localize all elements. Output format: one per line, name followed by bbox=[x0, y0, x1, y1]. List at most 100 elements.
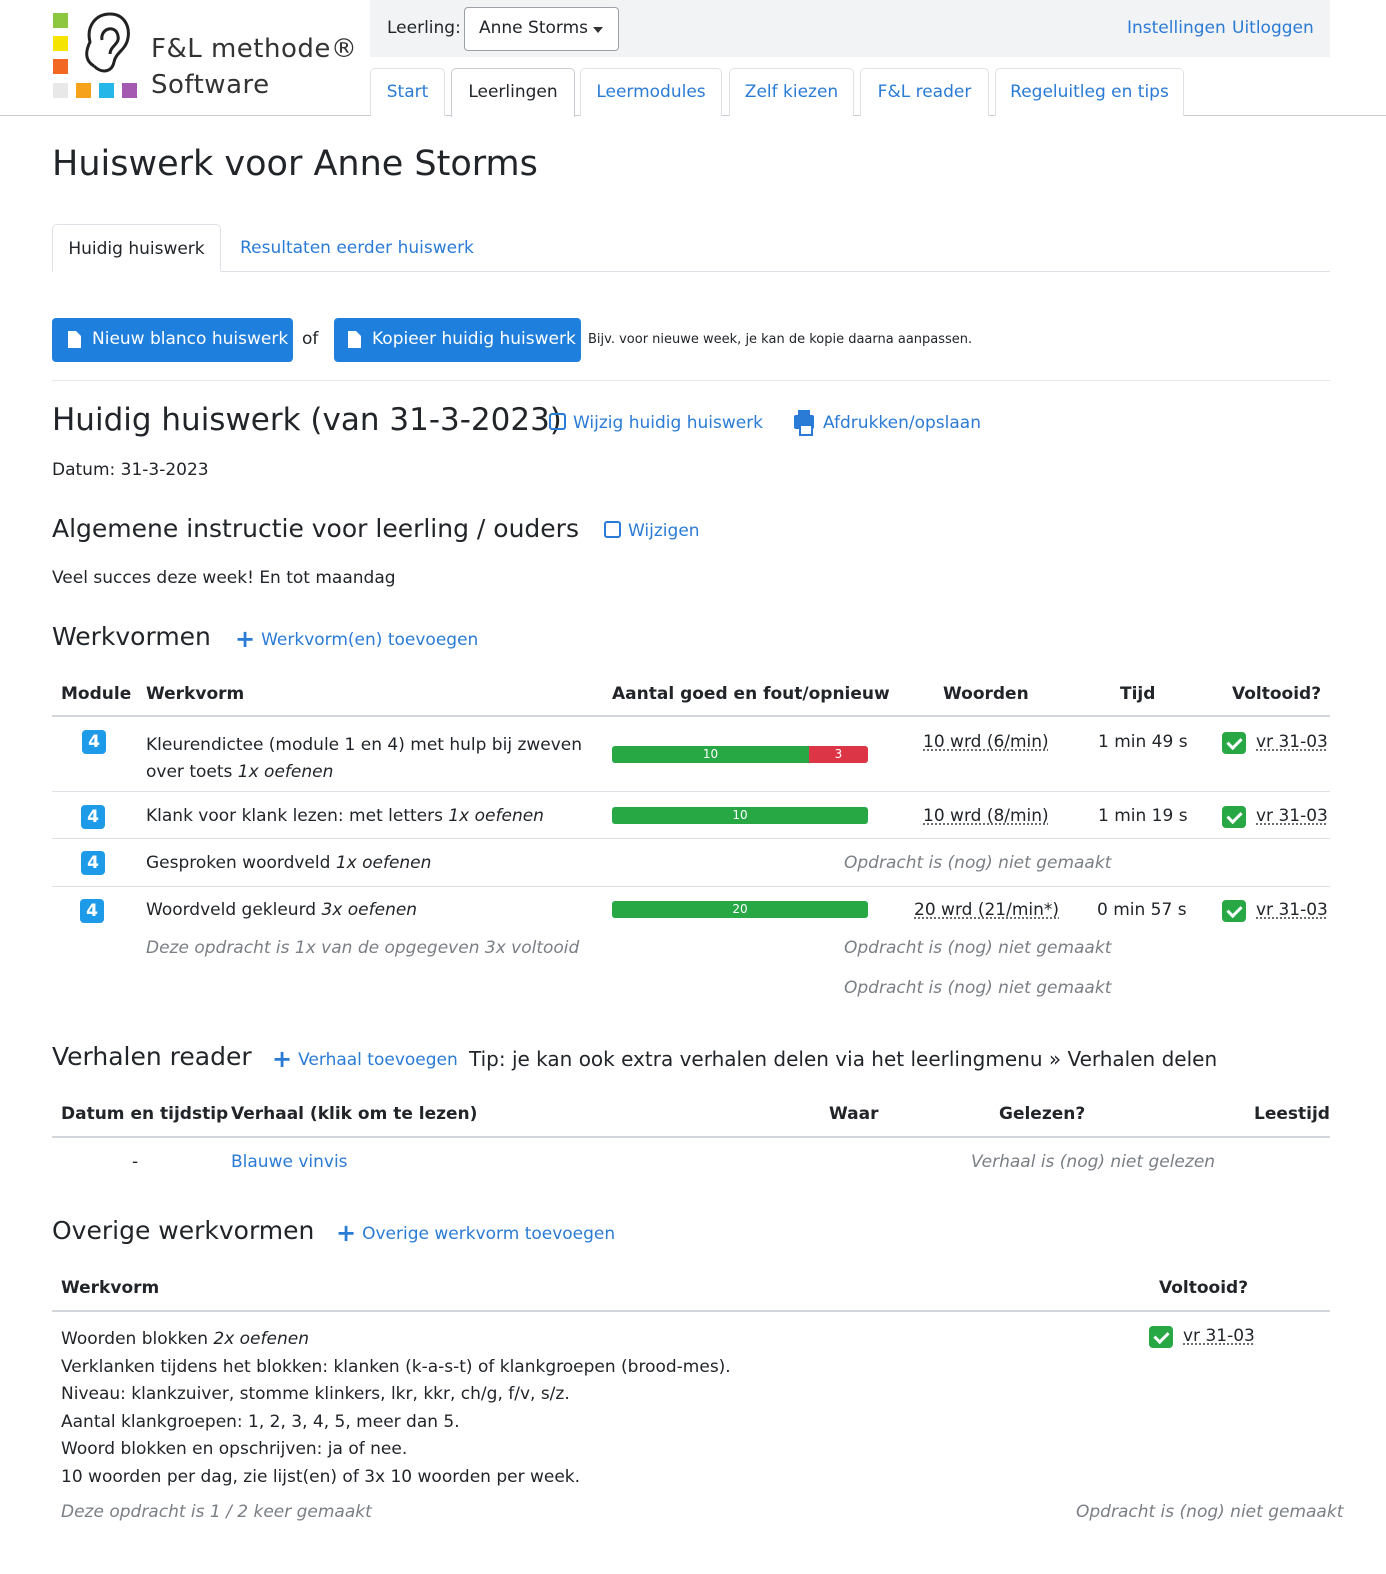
score-bar: 20 bbox=[612, 901, 868, 918]
score-good: 20 bbox=[612, 901, 868, 918]
subtab-current[interactable]: Huidig huiswerk bbox=[52, 224, 221, 272]
words-value[interactable]: 20 wrd (21/min*) bbox=[914, 900, 1059, 920]
add-verhaal-link[interactable]: + Verhaal toevoegen bbox=[272, 1047, 458, 1071]
instruction-text: Veel succes deze week! En tot maandag bbox=[52, 568, 396, 588]
new-homework-label: Nieuw blanco huiswerk bbox=[92, 329, 289, 349]
overige-werkvorm: Woorden blokken 2x oefenen Verklanken ti… bbox=[61, 1326, 961, 1491]
add-overige-link[interactable]: + Overige werkvorm toevoegen bbox=[336, 1221, 615, 1245]
add-verhaal-label: Verhaal toevoegen bbox=[298, 1050, 458, 1070]
print-link[interactable]: Afdrukken/opslaan bbox=[794, 410, 981, 436]
check-icon bbox=[1222, 732, 1246, 754]
edit-instruction-link[interactable]: Wijzigen bbox=[604, 521, 700, 541]
verhalen-tip: Tip: je kan ook extra verhalen delen via… bbox=[469, 1047, 1218, 1071]
overige-title: Overige werkvormen bbox=[52, 1216, 315, 1245]
werkvorm-reps: 1x oefenen bbox=[335, 853, 432, 873]
logout-link[interactable]: Uitloggen bbox=[1232, 18, 1314, 38]
th-verhaal: Verhaal (klik om te lezen) bbox=[231, 1104, 478, 1124]
werkvormen-title: Werkvormen bbox=[52, 622, 211, 651]
table-row-werkvorm: Klank voor klank lezen: met letters 1x o… bbox=[146, 806, 544, 826]
row-divider bbox=[52, 791, 1330, 792]
logo-title: F&L methode® bbox=[151, 34, 358, 64]
tab-leerlingen[interactable]: Leerlingen bbox=[451, 68, 575, 117]
overige-line: Verklanken tijdens het blokken: klanken … bbox=[61, 1356, 731, 1377]
overige-reps: 2x oefenen bbox=[213, 1329, 309, 1349]
module-badge: 4 bbox=[81, 805, 105, 829]
tab-leermodules[interactable]: Leermodules bbox=[580, 68, 722, 116]
words-value[interactable]: 10 wrd (6/min) bbox=[923, 732, 1049, 752]
logo-square-cyan bbox=[99, 83, 114, 98]
subtab-results[interactable]: Resultaten eerder huiswerk bbox=[232, 224, 482, 272]
progress-note: Deze opdracht is 1x van de opgegeven 3x … bbox=[146, 938, 580, 958]
table-row-werkvorm: Gesproken woordveld 1x oefenen bbox=[146, 853, 431, 873]
instruction-title: Algemene instructie voor leerling / oude… bbox=[52, 514, 579, 543]
time-value: 1 min 19 s bbox=[1098, 806, 1188, 826]
copy-icon bbox=[348, 331, 361, 348]
edit-icon bbox=[549, 413, 566, 430]
overige-line: 10 woorden per dag, zie lijst(en) of 3x … bbox=[61, 1466, 581, 1487]
edit-homework-link[interactable]: Wijzig huidig huiswerk bbox=[549, 413, 763, 433]
table-row-werkvorm: Kleurendictee (module 1 en 4) met hulp b… bbox=[146, 732, 586, 786]
tab-regeluitleg[interactable]: Regeluitleg en tips bbox=[995, 68, 1184, 116]
logo-square-orange bbox=[53, 59, 68, 74]
score-bar: 10 bbox=[612, 807, 868, 824]
settings-link[interactable]: Instellingen bbox=[1127, 18, 1226, 38]
student-select[interactable]: Anne Storms bbox=[464, 7, 619, 51]
score-bar: 10 3 bbox=[612, 746, 868, 763]
edit-icon bbox=[604, 521, 621, 538]
words-value[interactable]: 10 wrd (8/min) bbox=[923, 806, 1049, 826]
overige-done[interactable]: vr 31-03 bbox=[1183, 1326, 1255, 1346]
score-bad: 3 bbox=[808, 746, 868, 763]
module-badge: 4 bbox=[81, 851, 105, 875]
check-icon bbox=[1149, 1326, 1173, 1348]
logo-square-green bbox=[53, 13, 68, 28]
tab-fl-reader[interactable]: F&L reader bbox=[860, 68, 989, 116]
homework-date: Datum: 31-3-2023 bbox=[52, 460, 209, 480]
done-value[interactable]: vr 31-03 bbox=[1256, 732, 1328, 752]
add-werkvorm-link[interactable]: + Werkvorm(en) toevoegen bbox=[235, 627, 478, 651]
copy-homework-button[interactable]: Kopieer huidig huiswerk bbox=[334, 318, 581, 362]
table-header-rule bbox=[52, 715, 1330, 717]
werkvorm-name: Gesproken woordveld bbox=[146, 853, 331, 873]
table-header-rule bbox=[52, 1310, 1330, 1312]
overige-line: Niveau: klankzuiver, stomme klinkers, lk… bbox=[61, 1384, 570, 1404]
or-text: of bbox=[302, 329, 319, 349]
overige-note: Deze opdracht is 1 / 2 keer gemaakt bbox=[61, 1502, 372, 1522]
new-homework-button[interactable]: Nieuw blanco huiswerk bbox=[52, 318, 293, 362]
check-icon bbox=[1222, 806, 1246, 828]
th-score: Aantal goed en fout/opnieuw bbox=[612, 684, 890, 704]
print-label: Afdrukken/opslaan bbox=[823, 413, 981, 433]
tab-start[interactable]: Start bbox=[370, 68, 445, 116]
current-homework-title: Huidig huiswerk (van 31-3-2023) bbox=[52, 402, 562, 438]
page-title: Huiswerk voor Anne Storms bbox=[52, 144, 538, 184]
copy-hint: Bijv. voor nieuwe week, je kan de kopie … bbox=[588, 332, 973, 347]
werkvorm-reps: 1x oefenen bbox=[448, 806, 544, 826]
th-werkvorm: Werkvorm bbox=[146, 684, 245, 704]
logo-square-purple bbox=[122, 83, 137, 98]
th-voltooid: Voltooid? bbox=[1232, 684, 1322, 704]
verhaal-datum: - bbox=[132, 1152, 139, 1172]
module-badge: 4 bbox=[82, 730, 106, 754]
logo-subtitle: Software bbox=[151, 70, 270, 100]
logo-square-grey bbox=[53, 83, 68, 98]
status-text: Opdracht is (nog) niet gemaakt bbox=[844, 978, 1112, 998]
status-text: Opdracht is (nog) niet gemaakt bbox=[844, 938, 1112, 958]
th-woorden: Woorden bbox=[943, 684, 1029, 704]
edit-instruction-label: Wijzigen bbox=[628, 521, 700, 541]
plus-icon: + bbox=[336, 1219, 357, 1247]
th-datum: Datum en tijdstip bbox=[61, 1104, 229, 1124]
plus-icon: + bbox=[272, 1045, 293, 1073]
werkvorm-reps: 3x oefenen bbox=[321, 900, 418, 920]
werkvorm-reps: 1x oefenen bbox=[237, 762, 334, 782]
overige-line: Aantal klankgroepen: 1, 2, 3, 4, 5, meer… bbox=[61, 1411, 460, 1432]
table-row-werkvorm: Woordveld gekleurd 3x oefenen bbox=[146, 900, 417, 920]
student-select-value: Anne Storms bbox=[479, 18, 589, 38]
time-value: 0 min 57 s bbox=[1097, 900, 1187, 920]
tab-zelf-kiezen[interactable]: Zelf kiezen bbox=[729, 68, 854, 116]
done-value[interactable]: vr 31-03 bbox=[1256, 806, 1328, 826]
verhaal-link[interactable]: Blauwe vinvis bbox=[231, 1152, 348, 1172]
table-header-rule bbox=[52, 1136, 1330, 1138]
th-module: Module bbox=[61, 684, 132, 704]
done-value[interactable]: vr 31-03 bbox=[1256, 900, 1328, 920]
th-waar: Waar bbox=[829, 1104, 879, 1124]
add-overige-label: Overige werkvorm toevoegen bbox=[362, 1224, 616, 1244]
